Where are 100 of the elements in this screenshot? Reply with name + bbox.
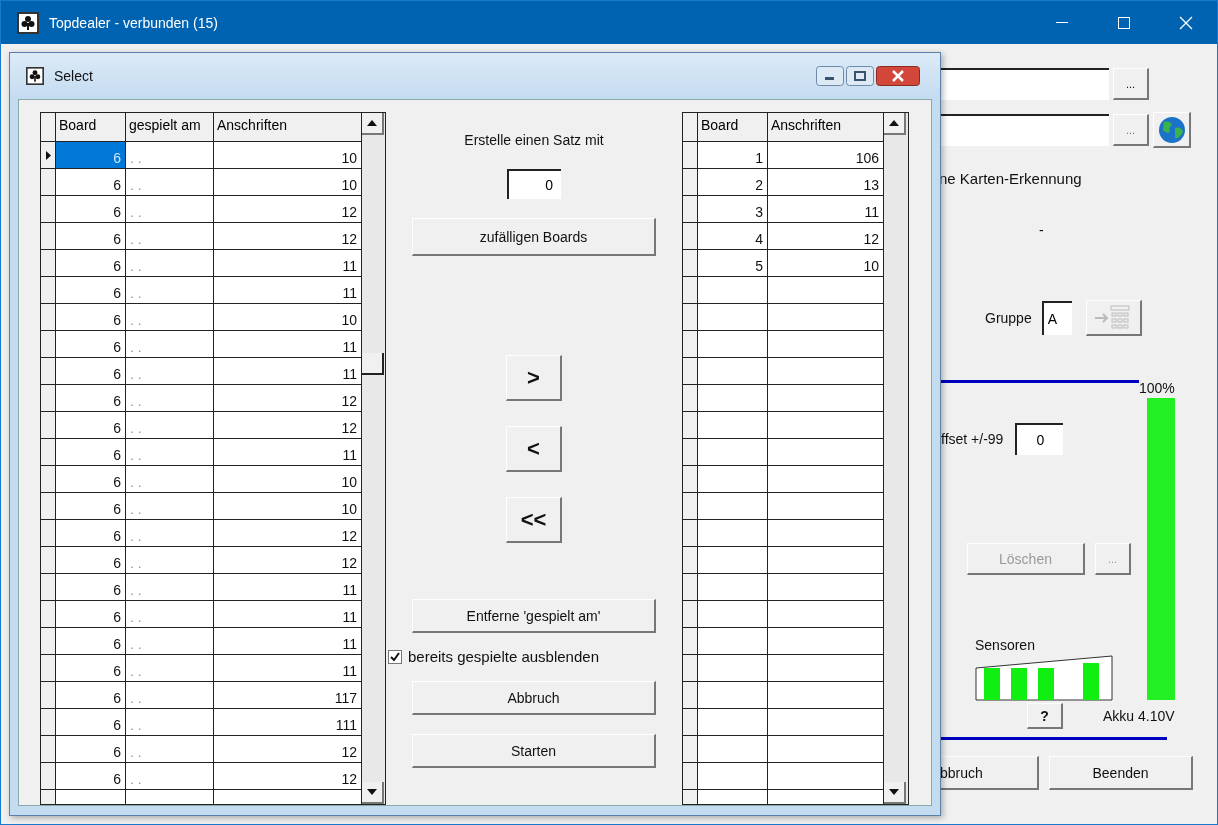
row-header-cell[interactable] bbox=[41, 628, 56, 655]
row-header-cell[interactable] bbox=[683, 304, 698, 331]
table-cell[interactable]: 11 bbox=[214, 574, 362, 601]
start-button[interactable]: Starten bbox=[412, 734, 656, 768]
table-cell[interactable] bbox=[698, 358, 768, 385]
table-cell[interactable] bbox=[698, 520, 768, 547]
table-cell[interactable] bbox=[768, 304, 884, 331]
table-cell[interactable]: 12 bbox=[214, 763, 362, 790]
row-header-cell[interactable] bbox=[683, 547, 698, 574]
table-cell[interactable]: 11 bbox=[214, 601, 362, 628]
row-header-cell[interactable] bbox=[683, 250, 698, 277]
table-cell[interactable]: 6 bbox=[56, 331, 126, 358]
browse-button[interactable]: ... bbox=[1113, 114, 1149, 146]
table-cell[interactable] bbox=[768, 736, 884, 763]
row-header-cell[interactable] bbox=[41, 493, 56, 520]
row-header-cell[interactable] bbox=[683, 142, 698, 169]
table-cell[interactable]: 6 bbox=[56, 304, 126, 331]
table-cell[interactable] bbox=[698, 628, 768, 655]
table-cell[interactable] bbox=[768, 547, 884, 574]
row-header-cell[interactable] bbox=[41, 682, 56, 709]
column-header[interactable]: gespielt am bbox=[126, 113, 214, 142]
table-cell[interactable] bbox=[768, 709, 884, 736]
table-cell[interactable]: 6 bbox=[56, 223, 126, 250]
table-cell[interactable] bbox=[768, 601, 884, 628]
remove-played-button[interactable]: Entferne 'gespielt am' bbox=[412, 599, 656, 633]
row-header-cell[interactable] bbox=[41, 196, 56, 223]
row-header-cell[interactable] bbox=[41, 358, 56, 385]
row-header-cell[interactable] bbox=[683, 169, 698, 196]
table-cell[interactable] bbox=[698, 331, 768, 358]
table-cell[interactable]: 11 bbox=[214, 655, 362, 682]
scroll-down-button[interactable] bbox=[362, 782, 384, 804]
move-button[interactable]: < bbox=[506, 426, 562, 472]
row-header-cell[interactable] bbox=[41, 655, 56, 682]
globe-button[interactable] bbox=[1153, 112, 1191, 148]
column-header[interactable]: Anschriften bbox=[214, 113, 362, 142]
table-cell[interactable]: 12 bbox=[768, 223, 884, 250]
table-cell[interactable] bbox=[698, 439, 768, 466]
table-cell[interactable]: 6 bbox=[56, 466, 126, 493]
table-cell[interactable] bbox=[768, 412, 884, 439]
row-header-cell[interactable] bbox=[41, 385, 56, 412]
table-cell[interactable]: 5 bbox=[698, 250, 768, 277]
scroll-up-button[interactable] bbox=[362, 113, 384, 135]
row-header-cell[interactable] bbox=[683, 628, 698, 655]
row-header-cell[interactable] bbox=[683, 763, 698, 790]
row-header-cell[interactable] bbox=[683, 682, 698, 709]
table-cell[interactable]: 11 bbox=[214, 250, 362, 277]
table-cell[interactable]: 10 bbox=[214, 466, 362, 493]
row-header-cell[interactable] bbox=[683, 412, 698, 439]
table-cell[interactable]: 6 bbox=[56, 547, 126, 574]
table-cell[interactable]: 12 bbox=[214, 223, 362, 250]
table-cell[interactable]: 1 bbox=[698, 142, 768, 169]
cancel-button[interactable]: bbruch bbox=[939, 756, 1039, 790]
offset-field[interactable]: 0 bbox=[1015, 423, 1064, 455]
table-cell[interactable]: 11 bbox=[214, 439, 362, 466]
table-cell[interactable]: 6 bbox=[56, 709, 126, 736]
table-cell[interactable]: 6 bbox=[56, 601, 126, 628]
table-cell[interactable] bbox=[698, 709, 768, 736]
row-header-cell[interactable] bbox=[41, 547, 56, 574]
table-cell[interactable] bbox=[698, 682, 768, 709]
table-cell[interactable]: 4 bbox=[698, 223, 768, 250]
table-cell[interactable]: 10 bbox=[214, 142, 362, 169]
table-cell[interactable]: 6 bbox=[56, 439, 126, 466]
random-boards-button[interactable]: zufälligen Boards bbox=[412, 218, 656, 256]
row-header-cell[interactable] bbox=[683, 466, 698, 493]
row-header-cell[interactable] bbox=[41, 763, 56, 790]
table-cell[interactable]: 6 bbox=[56, 628, 126, 655]
close-icon[interactable] bbox=[876, 66, 920, 86]
table-cell[interactable]: 6 bbox=[56, 196, 126, 223]
table-cell[interactable]: 11 bbox=[768, 196, 884, 223]
row-header-cell[interactable] bbox=[41, 520, 56, 547]
table-cell[interactable]: 11 bbox=[214, 277, 362, 304]
table-cell[interactable] bbox=[768, 763, 884, 790]
table-cell[interactable] bbox=[768, 655, 884, 682]
count-field[interactable]: 0 bbox=[507, 169, 561, 199]
row-header-cell[interactable] bbox=[683, 439, 698, 466]
table-cell[interactable]: 3 bbox=[698, 196, 768, 223]
table-cell[interactable]: 111 bbox=[214, 709, 362, 736]
table-cell[interactable]: 12 bbox=[214, 196, 362, 223]
table-cell[interactable] bbox=[698, 304, 768, 331]
table-cell[interactable] bbox=[768, 277, 884, 304]
table-cell[interactable]: 12 bbox=[214, 412, 362, 439]
column-header[interactable]: Board bbox=[56, 113, 126, 142]
table-cell[interactable]: 6 bbox=[56, 277, 126, 304]
input-field[interactable] bbox=[939, 114, 1109, 146]
row-header-cell[interactable] bbox=[683, 331, 698, 358]
table-cell[interactable]: 6 bbox=[56, 682, 126, 709]
table-cell[interactable]: 10 bbox=[214, 169, 362, 196]
table-cell[interactable]: 12 bbox=[214, 736, 362, 763]
table-cell[interactable]: 11 bbox=[214, 331, 362, 358]
row-header-cell[interactable] bbox=[41, 304, 56, 331]
table-cell[interactable]: 11 bbox=[214, 358, 362, 385]
table-cell[interactable] bbox=[698, 601, 768, 628]
table-cell[interactable] bbox=[698, 547, 768, 574]
table-cell[interactable]: 6 bbox=[56, 763, 126, 790]
table-cell[interactable] bbox=[698, 574, 768, 601]
row-header-cell[interactable] bbox=[683, 358, 698, 385]
table-cell[interactable]: 13 bbox=[768, 169, 884, 196]
browse-button[interactable]: ... bbox=[1113, 68, 1149, 100]
table-cell[interactable] bbox=[698, 412, 768, 439]
row-header-cell[interactable] bbox=[41, 142, 56, 169]
